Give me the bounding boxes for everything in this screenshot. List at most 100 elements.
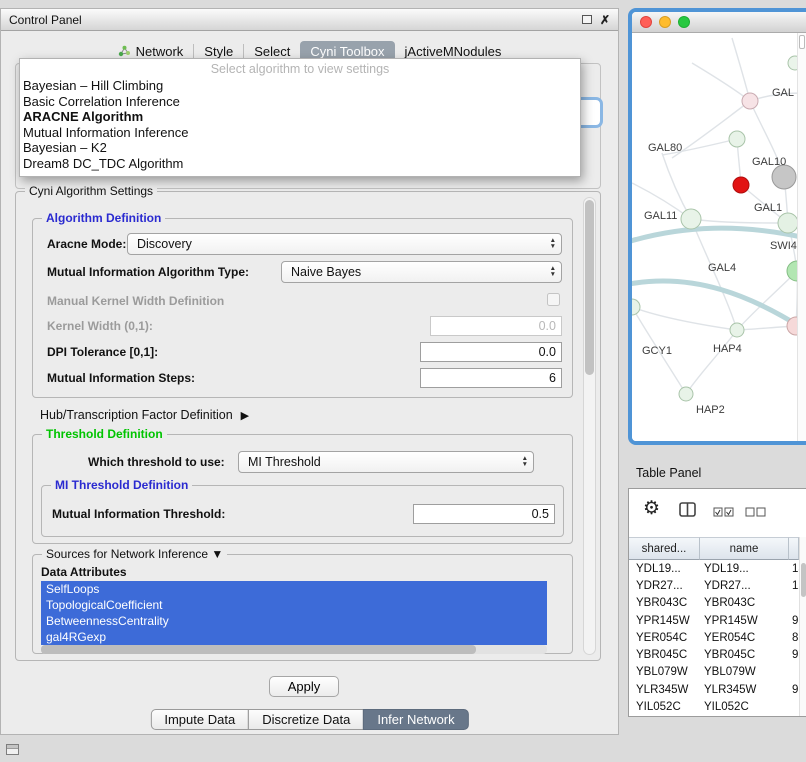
cell-shared-name: YER054C bbox=[629, 632, 700, 644]
cell-value: 9. bbox=[789, 615, 799, 627]
node[interactable] bbox=[679, 387, 693, 401]
table-row[interactable]: YBR043C YBR043C bbox=[629, 595, 799, 612]
dropdown-option-mutual-information[interactable]: Mutual Information Inference bbox=[20, 125, 580, 141]
traffic-minimize-icon[interactable] bbox=[659, 16, 671, 28]
close-icon[interactable]: ✗ bbox=[600, 14, 610, 26]
tab-label: Cyni Toolbox bbox=[310, 44, 384, 59]
combo-value: MI Threshold bbox=[248, 455, 321, 469]
column-header-shared-name[interactable]: shared... bbox=[629, 537, 700, 560]
node[interactable] bbox=[778, 213, 798, 233]
control-panel-title: Control Panel bbox=[9, 13, 82, 27]
control-panel-titlebar[interactable]: Control Panel ✗ bbox=[1, 9, 618, 31]
aracne-mode-select[interactable]: Discovery ▲▼ bbox=[127, 233, 562, 255]
node[interactable] bbox=[681, 209, 701, 229]
network-window-titlebar[interactable] bbox=[632, 12, 806, 33]
combo-value: Naive Bayes bbox=[291, 265, 361, 279]
network-canvas[interactable]: GAL GAL80 GAL10 GAL11 GAL1 SWI4 GAL4 GCY… bbox=[632, 33, 806, 441]
list-item-betweennesscentrality[interactable]: BetweennessCentrality bbox=[41, 613, 547, 629]
column-header-name[interactable]: name bbox=[700, 537, 789, 560]
node-label: GAL4 bbox=[708, 262, 736, 274]
node[interactable] bbox=[632, 299, 640, 315]
scrollbar-thumb[interactable] bbox=[41, 645, 476, 654]
dpi-tolerance-label: DPI Tolerance [0,1]: bbox=[47, 345, 158, 359]
node[interactable] bbox=[742, 93, 758, 109]
cell-shared-name: YBL079W bbox=[629, 666, 700, 678]
cyni-algorithm-settings-group: Cyni Algorithm Settings Algorithm Defini… bbox=[15, 191, 601, 661]
node-label: GAL1 bbox=[754, 202, 782, 214]
cell-name: YDR27... bbox=[700, 580, 789, 592]
manual-kernel-checkbox[interactable] bbox=[547, 293, 560, 306]
mi-threshold-field[interactable] bbox=[413, 504, 555, 524]
table-row[interactable]: YLR345W YLR345W 9. bbox=[629, 681, 799, 698]
window-buttons: ✗ bbox=[582, 14, 610, 26]
cell-name: YBR045C bbox=[700, 649, 789, 661]
tab-impute-data[interactable]: Impute Data bbox=[150, 709, 249, 730]
table-scrollbar[interactable] bbox=[799, 537, 806, 716]
float-window-icon[interactable] bbox=[582, 15, 592, 24]
gear-icon[interactable]: ⚙ bbox=[643, 497, 660, 520]
mi-algorithm-type-select[interactable]: Naive Bayes ▲▼ bbox=[281, 261, 562, 283]
traffic-close-icon[interactable] bbox=[640, 16, 652, 28]
table-row[interactable]: YDR27... YDR27... 12 bbox=[629, 577, 799, 594]
network-scrollbar[interactable] bbox=[797, 33, 806, 441]
node-label: GCY1 bbox=[642, 345, 672, 357]
columns-icon[interactable] bbox=[679, 502, 696, 517]
mi-algorithm-type-label: Mutual Information Algorithm Type: bbox=[47, 265, 249, 279]
cell-name: YBR043C bbox=[700, 597, 789, 609]
tab-discretize-data[interactable]: Discretize Data bbox=[248, 709, 364, 730]
dropdown-option-basic-correlation[interactable]: Basic Correlation Inference bbox=[20, 94, 580, 110]
settings-group-title: Cyni Algorithm Settings bbox=[25, 184, 157, 198]
unchecked-pair-icon[interactable] bbox=[745, 507, 766, 517]
mi-threshold-definition-title: MI Threshold Definition bbox=[51, 478, 192, 492]
collapse-arrow-icon[interactable]: ▼ bbox=[211, 547, 223, 561]
aracne-mode-label: Aracne Mode: bbox=[47, 237, 126, 251]
dpi-tolerance-field[interactable] bbox=[420, 342, 562, 362]
algorithm-definition-group: Algorithm Definition Aracne Mode: Discov… bbox=[32, 218, 573, 398]
dropdown-option-aracne[interactable]: ARACNE Algorithm bbox=[20, 109, 580, 125]
cell-name: YER054C bbox=[700, 632, 789, 644]
column-header-clipped[interactable] bbox=[789, 537, 799, 560]
traffic-zoom-icon[interactable] bbox=[678, 16, 690, 28]
list-item-gal4rgexp[interactable]: gal4RGexp bbox=[41, 629, 547, 645]
cell-value: 9. bbox=[789, 684, 799, 696]
data-attributes-list: SelfLoops TopologicalCoefficient Between… bbox=[41, 581, 547, 645]
table-row[interactable]: YER054C YER054C 8. bbox=[629, 629, 799, 646]
dropdown-option-bayesian-hill-climbing[interactable]: Bayesian – Hill Climbing bbox=[20, 78, 580, 94]
tab-infer-network[interactable]: Infer Network bbox=[363, 709, 468, 730]
scrollbar-thumb[interactable] bbox=[801, 563, 806, 597]
expand-arrow-icon[interactable]: ▶ bbox=[241, 409, 249, 422]
cell-shared-name: YBR043C bbox=[629, 597, 700, 609]
node-labels: GAL GAL80 GAL10 GAL11 GAL1 SWI4 GAL4 GCY… bbox=[642, 87, 797, 416]
minimized-panel-icon[interactable] bbox=[6, 744, 19, 755]
tab-label: Network bbox=[136, 44, 184, 59]
kernel-width-field[interactable] bbox=[430, 316, 562, 336]
algorithm-definition-title: Algorithm Definition bbox=[42, 211, 165, 225]
apply-button[interactable]: Apply bbox=[269, 676, 339, 697]
data-attributes-label: Data Attributes bbox=[41, 565, 127, 579]
checked-pair-icon[interactable] bbox=[713, 507, 734, 517]
table-row[interactable]: YDL19... YDL19... 13 bbox=[629, 560, 799, 577]
scrollbar-thumb[interactable] bbox=[799, 35, 805, 49]
node-label: SWI4 bbox=[770, 240, 797, 252]
which-threshold-select[interactable]: MI Threshold ▲▼ bbox=[238, 451, 534, 473]
combo-stepper-icon: ▲▼ bbox=[550, 266, 556, 278]
settings-scrollbar[interactable] bbox=[583, 197, 596, 655]
node-gal10-red[interactable] bbox=[733, 177, 749, 193]
node[interactable] bbox=[730, 323, 744, 337]
list-item-selfloops[interactable]: SelfLoops bbox=[41, 581, 547, 597]
list-item-topologicalcoefficient[interactable]: TopologicalCoefficient bbox=[41, 597, 547, 613]
hub-transcription-factor-section[interactable]: Hub/Transcription Factor Definition ▶ bbox=[40, 408, 249, 422]
network-graph[interactable]: GAL GAL80 GAL10 GAL11 GAL1 SWI4 GAL4 GCY… bbox=[632, 33, 804, 445]
table-row[interactable]: YPR145W YPR145W 9. bbox=[629, 612, 799, 629]
list-horizontal-scrollbar[interactable] bbox=[41, 645, 547, 654]
node-label: HAP4 bbox=[713, 343, 742, 355]
mi-steps-field[interactable] bbox=[420, 368, 562, 388]
table-row[interactable]: YIL052C YIL052C bbox=[629, 698, 799, 715]
table-row[interactable]: YBL079W YBL079W bbox=[629, 664, 799, 681]
node-gray[interactable] bbox=[772, 165, 796, 189]
dropdown-option-dream8[interactable]: Dream8 DC_TDC Algorithm bbox=[20, 156, 580, 172]
table-row[interactable]: YBR045C YBR045C 9. bbox=[629, 646, 799, 663]
node[interactable] bbox=[729, 131, 745, 147]
scrollbar-thumb[interactable] bbox=[585, 200, 594, 375]
dropdown-option-bayesian-k2[interactable]: Bayesian – K2 bbox=[20, 140, 580, 156]
